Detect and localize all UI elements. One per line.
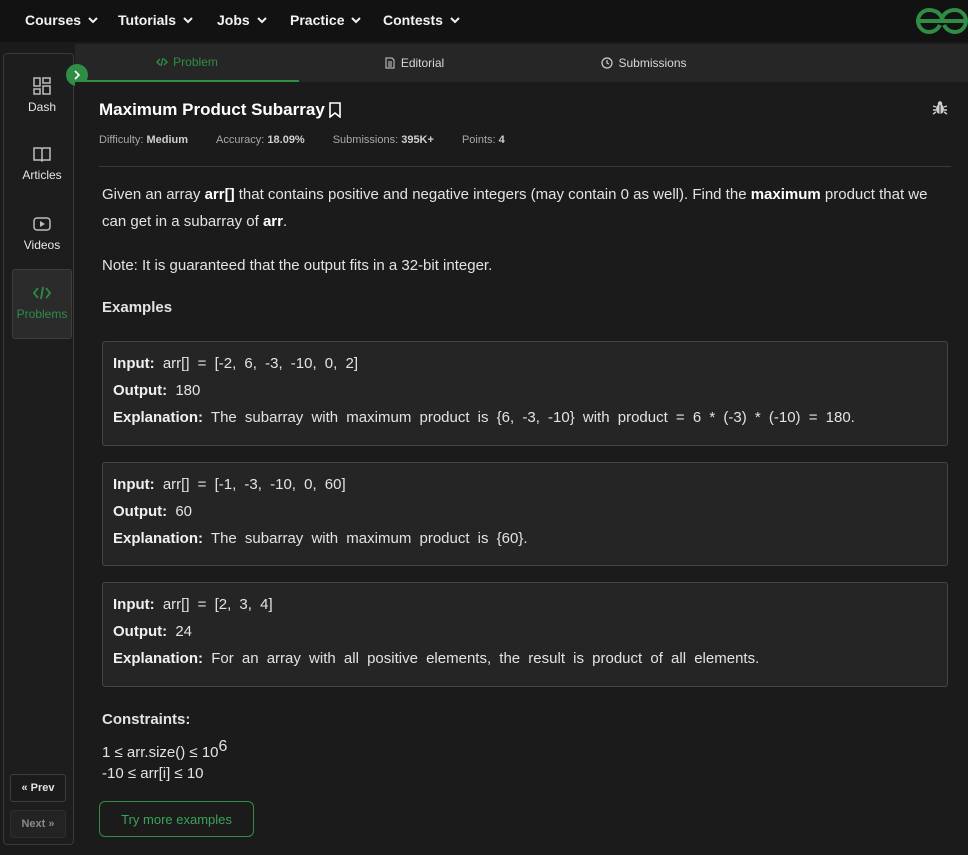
example-input: Input: arr[] = [2, 3, 4] [113,596,273,613]
code-icon [156,57,169,67]
double-chevron-right-icon: » [45,818,55,830]
accuracy: Accuracy: 18.09% [216,134,305,146]
constraints-section: Constraints: 1 ≤ arr.size() ≤ 106 -10 ≤ … [102,706,227,787]
document-icon [385,57,395,69]
example-input: Input: arr[] = [-2, 6, -3, -10, 0, 2] [113,355,358,372]
dashboard-icon [33,77,51,95]
nav-tutorials-label: Tutorials [118,12,177,28]
nav-contests[interactable]: Contests [383,12,461,28]
tab-submissions[interactable]: Submissions [529,44,759,82]
tab-editorial[interactable]: Editorial [299,44,529,82]
nav-jobs[interactable]: Jobs [217,12,268,28]
example-input: Input: arr[] = [-1, -3, -10, 0, 60] [113,476,346,493]
problem-content: Maximum Product Subarray Difficulty: Med… [75,82,968,855]
divider [99,166,951,167]
tab-label: Editorial [400,56,445,70]
chevron-down-icon [183,17,193,24]
next-button[interactable]: Next » [10,810,66,838]
nav-practice[interactable]: Practice [290,12,362,28]
next-button-label: Next [21,818,46,830]
top-navbar: Courses Tutorials Jobs Practice Contests [0,0,968,42]
example-box: Input: arr[] = [-2, 6, -3, -10, 0, 2] Ou… [102,341,948,446]
example-output: Output: 24 [113,623,192,640]
example-explanation: Explanation: For an array with all posit… [113,650,760,667]
tab-label: Problem [173,55,218,69]
example-output: Output: 60 [113,503,192,520]
left-sidebar: Dash Articles Videos Problems « Prev Nex… [3,53,74,845]
nav-contests-label: Contests [383,12,443,28]
submissions-count: Submissions: 395K+ [332,134,434,146]
problem-title: Maximum Product Subarray [99,100,342,120]
sidebar-item-label: Videos [23,238,61,252]
problem-meta: Difficulty: Medium Accuracy: 18.09% Subm… [99,134,505,146]
prev-button-label: Prev [30,782,55,794]
examples-heading: Examples [102,299,173,316]
sidebar-item-dash[interactable]: Dash [12,76,72,136]
problem-description: Given an array arr[] that contains posit… [102,186,928,230]
sidebar-item-label: Articles [22,168,62,182]
clock-icon [601,57,614,69]
example-explanation: Explanation: The subarray with maximum p… [113,409,855,426]
prev-button[interactable]: « Prev [10,774,66,802]
sidebar-item-articles[interactable]: Articles [12,144,72,204]
chevron-right-icon [74,70,81,80]
chevron-down-icon [256,17,267,24]
sidebar-item-problems[interactable]: Problems [12,269,72,339]
bookmark-icon[interactable] [328,102,342,118]
points: Points: 4 [461,134,505,146]
sidebar-item-label: Problems [16,307,68,321]
sidebar-item-label: Dash [27,100,56,114]
try-more-examples-button[interactable]: Try more examples [99,801,254,837]
sidebar-item-videos[interactable]: Videos [12,214,72,274]
constraint-item: 1 ≤ arr.size() ≤ 106 [102,738,228,761]
report-bug-icon[interactable] [932,100,948,116]
example-explanation: Explanation: The subarray with maximum p… [113,530,528,547]
constraints-heading: Constraints: [102,711,191,728]
difficulty: Difficulty: Medium [99,134,189,146]
problem-tabs: Problem Editorial Submissions [75,44,968,82]
chevron-down-icon [88,17,98,24]
book-icon [33,147,51,163]
code-icon [32,286,52,300]
example-box: Input: arr[] = [-1, -3, -10, 0, 60] Outp… [102,462,948,566]
chevron-down-icon [351,17,362,24]
constraint-item: -10 ≤ arr[i] ≤ 10 [102,765,204,782]
nav-tutorials[interactable]: Tutorials [118,12,194,28]
nav-practice-label: Practice [290,12,345,28]
nav-courses[interactable]: Courses [25,12,99,28]
example-output: Output: 180 [113,382,201,399]
video-icon [33,217,51,231]
nav-jobs-label: Jobs [217,12,250,28]
problem-title-text: Maximum Product Subarray [99,100,325,119]
problem-note: Note: It is guaranteed that the output f… [102,257,493,274]
nav-courses-label: Courses [25,12,82,28]
tab-problem[interactable]: Problem [75,44,299,82]
gfg-logo-icon[interactable] [916,6,968,36]
chevron-down-icon [450,17,460,24]
example-box: Input: arr[] = [2, 3, 4] Output: 24 Expl… [102,582,948,687]
tab-label: Submissions [618,56,687,70]
double-chevron-left-icon: « [21,782,31,794]
